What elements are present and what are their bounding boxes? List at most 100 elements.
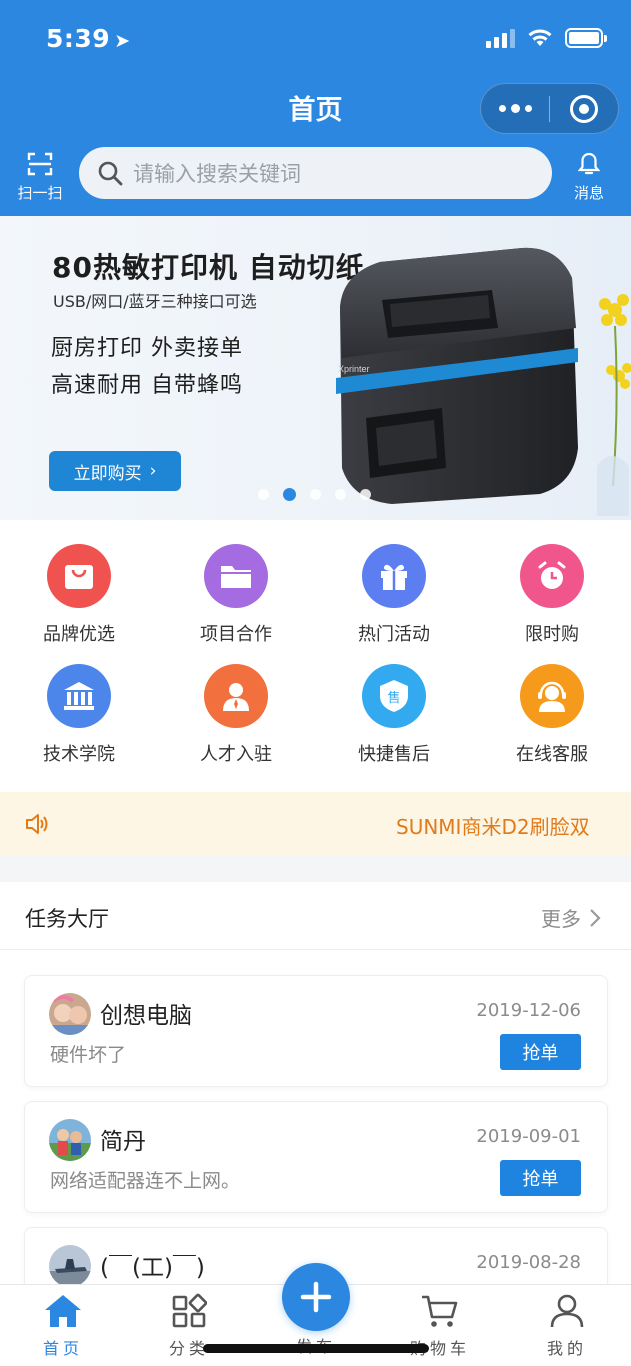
notice-text: SUNMI商米D2刷脸双 [396, 815, 590, 839]
scan-label: 扫一扫 [17, 184, 63, 202]
category-brand-select[interactable]: 品牌优选 [9, 544, 149, 646]
pager-dot [310, 489, 321, 500]
category-project-cooperation[interactable]: 项目合作 [166, 544, 306, 646]
home-icon [45, 1295, 81, 1327]
pager-dot [258, 489, 269, 500]
category-label: 在线客服 [516, 744, 588, 765]
task-poster-name: (￣(工)￣) [100, 1255, 205, 1281]
avatar [49, 1119, 91, 1161]
wifi-icon [528, 29, 552, 46]
task-poster-name: 创想电脑 [100, 1003, 192, 1029]
category-tech-academy[interactable]: 技术学院 [9, 664, 149, 766]
task-description: 网络适配器连不上网。 [50, 1170, 241, 1192]
category-label: 热门活动 [358, 624, 430, 645]
folder-icon [204, 544, 268, 608]
category-hot-activities[interactable]: 热门活动 [324, 544, 464, 646]
avatar [49, 1245, 91, 1287]
plus-icon [300, 1281, 332, 1313]
category-label: 人才入驻 [200, 744, 272, 765]
avatar [49, 993, 91, 1035]
pager-dot-active [283, 488, 296, 501]
task-list: 创想电脑 2019-12-06 硬件坏了 抢单 简丹 2019-09-01 网络… [0, 950, 631, 1339]
category-flash-sale[interactable]: 限时购 [482, 544, 622, 646]
header: 5:39 ➤ 首页 扫一扫 请输入搜索关键词 消息 [0, 0, 631, 216]
mini-program-capsule [480, 83, 619, 134]
category-talent-join[interactable]: 人才入驻 [166, 664, 306, 766]
banner-subtitle: USB/网口/蓝牙三种接口可选 [53, 292, 257, 311]
pager-dot [335, 489, 346, 500]
category-grid: 品牌优选 项目合作 热门活动 限时购 技术学院 人才入驻 售 快捷售后 在线客服 [0, 520, 631, 792]
shopping-bag-icon [47, 544, 111, 608]
category-label: 项目合作 [200, 624, 272, 645]
home-indicator [203, 1344, 429, 1353]
target-icon [570, 94, 598, 123]
banner-pager [258, 488, 371, 501]
banner-feature-line-1: 厨房打印 外卖接单 [51, 336, 243, 361]
cart-icon [422, 1295, 458, 1327]
notice-bar[interactable]: SUNMI商米D2刷脸双 [0, 792, 631, 856]
search-input[interactable]: 请输入搜索关键词 [79, 147, 552, 199]
status-icons [486, 28, 607, 48]
buy-now-button[interactable]: 立即购买 › [49, 451, 181, 491]
tab-label: 首页 [42, 1339, 83, 1358]
scan-button[interactable]: 扫一扫 [12, 152, 68, 203]
printer-image: Xprinter [336, 247, 578, 504]
grab-order-button[interactable]: 抢单 [500, 1034, 581, 1070]
status-time: 5:39 ➤ [46, 24, 131, 53]
chevron-right-icon [590, 908, 601, 927]
task-card[interactable]: 创想电脑 2019-12-06 硬件坏了 抢单 [24, 975, 608, 1087]
user-icon [550, 1294, 584, 1328]
more-link[interactable]: 更多 [541, 903, 601, 932]
tab-label: 我的 [546, 1339, 587, 1358]
chevron-right-icon: › [149, 461, 157, 481]
more-dots-icon [498, 103, 532, 113]
task-description: 硬件坏了 [50, 1044, 127, 1066]
person-icon [204, 664, 268, 728]
headset-icon [520, 664, 584, 728]
task-hall-header: 任务大厅 更多 [0, 882, 631, 950]
category-label: 限时购 [525, 624, 579, 645]
after-sales-icon: 售 [362, 664, 426, 728]
task-hall-title: 任务大厅 [25, 907, 109, 931]
grid-category-icon [172, 1293, 208, 1328]
speaker-icon [26, 814, 48, 834]
tab-home[interactable]: 首页 [23, 1293, 103, 1359]
institution-icon [47, 664, 111, 728]
search-placeholder: 请输入搜索关键词 [133, 162, 301, 186]
task-card[interactable]: 简丹 2019-09-01 网络适配器连不上网。 抢单 [24, 1101, 608, 1213]
close-mini-program-button[interactable] [550, 84, 618, 133]
task-date: 2019-12-06 [476, 1000, 581, 1021]
message-label: 消息 [573, 184, 604, 202]
battery-icon [565, 28, 607, 48]
buy-now-label: 立即购买 [73, 463, 142, 484]
category-label: 技术学院 [43, 744, 115, 765]
status-time-text: 5:39 [46, 24, 111, 53]
more-label: 更多 [541, 907, 581, 931]
message-button[interactable]: 消息 [569, 152, 609, 203]
tab-mine[interactable]: 我的 [527, 1293, 607, 1359]
banner-feature-line-2: 高速耐用 自带蜂鸣 [51, 373, 243, 398]
gift-icon [362, 544, 426, 608]
publish-button[interactable] [282, 1263, 350, 1331]
after-sales-badge: 售 [387, 690, 400, 706]
promo-banner[interactable]: 80热敏打印机 自动切纸 USB/网口/蓝牙三种接口可选 厨房打印 外卖接单 高… [0, 216, 631, 520]
category-online-service[interactable]: 在线客服 [482, 664, 622, 766]
alarm-clock-icon [520, 544, 584, 608]
task-date: 2019-08-28 [476, 1252, 581, 1273]
more-menu-button[interactable] [481, 84, 549, 133]
flower-decoration-image [597, 294, 631, 516]
task-date: 2019-09-01 [476, 1126, 581, 1147]
grab-order-button[interactable]: 抢单 [500, 1160, 581, 1196]
search-icon [98, 161, 123, 186]
bell-icon [577, 152, 601, 175]
scan-icon [27, 152, 53, 176]
task-poster-name: 简丹 [100, 1129, 146, 1155]
location-arrow-icon: ➤ [114, 30, 131, 52]
category-label: 快捷售后 [358, 744, 430, 765]
signal-icon [486, 28, 515, 48]
category-after-sales[interactable]: 售 快捷售后 [324, 664, 464, 766]
pager-dot [360, 489, 371, 500]
banner-title: 80热敏打印机 自动切纸 [52, 251, 365, 284]
category-label: 品牌优选 [43, 624, 115, 645]
printer-brand: Xprinter [338, 364, 370, 374]
